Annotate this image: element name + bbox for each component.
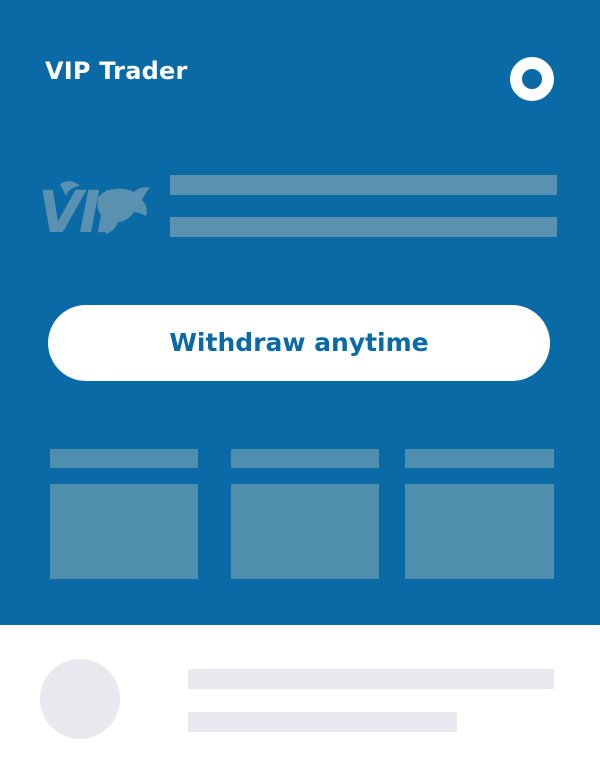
card-3-title-placeholder	[405, 449, 554, 468]
hero-headline-placeholder	[170, 175, 557, 195]
hero-subline-placeholder	[170, 217, 557, 237]
page: VIP Trader VIP Withdraw anytime	[0, 0, 600, 770]
list-item-title-placeholder	[188, 669, 554, 689]
card-3-body-placeholder	[405, 484, 554, 579]
list-item-subtitle-placeholder	[188, 712, 457, 732]
avatar-placeholder	[40, 659, 120, 739]
app-title: VIP Trader	[45, 57, 188, 85]
card-2-title-placeholder	[231, 449, 379, 468]
card-1-body-placeholder	[50, 484, 198, 579]
hero-section: VIP Trader VIP Withdraw anytime	[0, 0, 600, 625]
ring-icon[interactable]	[510, 57, 554, 101]
card-1-title-placeholder	[50, 449, 198, 468]
vip-logo: VIP	[38, 170, 153, 240]
card-2-body-placeholder	[231, 484, 379, 579]
withdraw-button[interactable]: Withdraw anytime	[48, 305, 550, 381]
